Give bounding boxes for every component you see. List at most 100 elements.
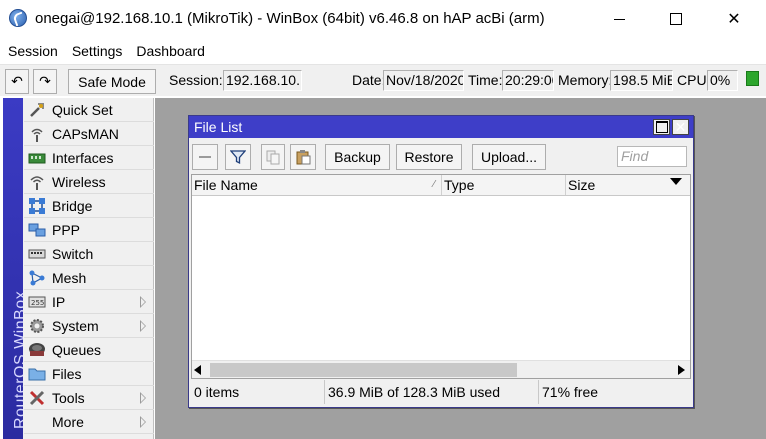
- sidebar-item-files[interactable]: Files: [24, 362, 154, 386]
- remove-button[interactable]: [192, 144, 218, 170]
- cpu-value: 0%: [707, 70, 738, 91]
- cpu-label: CPU:: [677, 72, 711, 88]
- ip-icon: 255: [27, 292, 47, 312]
- capsman-icon: [27, 124, 47, 144]
- sidebar-menu: Quick Set CAPsMAN Interfaces Wireless Br: [24, 98, 154, 434]
- session-value: 192.168.10.1: [223, 70, 302, 91]
- column-file-name[interactable]: File Name ⁄: [192, 175, 442, 195]
- safe-mode-button[interactable]: Safe Mode: [68, 69, 156, 94]
- undo-icon: ↶: [11, 73, 23, 89]
- session-label: Session:: [169, 72, 223, 88]
- scroll-right-arrow-icon[interactable]: [678, 365, 685, 375]
- sidebar-item-interfaces[interactable]: Interfaces: [24, 146, 154, 170]
- sidebar-item-label: Files: [52, 365, 82, 382]
- minimize-button[interactable]: [596, 0, 642, 38]
- sidebar-item-system[interactable]: System: [24, 314, 154, 338]
- sidebar-item-queues[interactable]: Queues: [24, 338, 154, 362]
- sidebar-item-label: System: [52, 317, 99, 334]
- sidebar-item-bridge[interactable]: Bridge: [24, 194, 154, 218]
- memory-label: Memory:: [558, 72, 613, 88]
- sidebar-item-label: Bridge: [52, 197, 93, 214]
- copy-button[interactable]: [261, 144, 285, 170]
- sidebar-item-label: More: [52, 413, 84, 430]
- submenu-arrow-icon: [140, 392, 146, 404]
- redo-icon: ↷: [39, 73, 51, 89]
- upload-button[interactable]: Upload...: [472, 144, 546, 170]
- sidebar-item-more[interactable]: More: [24, 410, 154, 434]
- brand-text: RouterOS WinBox: [12, 290, 23, 429]
- wireless-icon: [27, 172, 47, 192]
- filter-button[interactable]: [225, 144, 251, 170]
- interfaces-icon: [27, 148, 47, 168]
- undo-button[interactable]: ↶: [5, 69, 29, 94]
- sidebar-item-label: Interfaces: [52, 149, 114, 166]
- sidebar-item-ip[interactable]: 255 IP: [24, 290, 154, 314]
- time-label: Time:: [468, 72, 503, 88]
- paste-button[interactable]: [290, 144, 316, 170]
- filter-icon: [230, 150, 246, 165]
- find-input[interactable]: Find: [617, 146, 687, 167]
- status-item-count: 0 items: [191, 380, 325, 404]
- sidebar-item-label: Wireless: [52, 173, 106, 190]
- sort-indicator-icon: ⁄: [433, 179, 435, 190]
- sidebar-item-switch[interactable]: Switch: [24, 242, 154, 266]
- column-size[interactable]: Size: [566, 175, 668, 195]
- sidebar: RouterOS WinBox Quick Set CAPsMAN Interf…: [3, 98, 154, 439]
- scrollbar-thumb[interactable]: [210, 363, 517, 377]
- maximize-button[interactable]: [653, 0, 699, 38]
- file-list-title: File List: [194, 119, 243, 135]
- column-type[interactable]: Type: [442, 175, 566, 195]
- status-storage-free: 71% free: [542, 384, 599, 400]
- sidebar-item-mesh[interactable]: Mesh: [24, 266, 154, 290]
- date-label: Date:: [352, 72, 386, 88]
- sidebar-item-quick-set[interactable]: Quick Set: [24, 98, 154, 122]
- menu-session[interactable]: Session: [0, 38, 65, 64]
- ppp-icon: [27, 220, 47, 240]
- mesh-icon: [27, 268, 47, 288]
- memory-value: 198.5 MiB: [610, 70, 673, 91]
- svg-text:255: 255: [31, 299, 44, 307]
- bridge-icon: [27, 196, 47, 216]
- column-header-label: File Name: [194, 177, 258, 193]
- files-folder-icon: [27, 364, 47, 384]
- restore-button[interactable]: Restore: [396, 144, 462, 170]
- scroll-left-arrow-icon[interactable]: [194, 365, 201, 375]
- redo-button[interactable]: ↷: [33, 69, 57, 94]
- sidebar-item-label: Tools: [52, 389, 85, 406]
- sidebar-item-tools[interactable]: Tools: [24, 386, 154, 410]
- sidebar-item-label: CAPsMAN: [52, 125, 119, 142]
- horizontal-scrollbar[interactable]: [192, 360, 690, 378]
- time-value: 20:29:00: [502, 70, 554, 91]
- file-table: File Name ⁄ Type Size: [191, 174, 691, 379]
- submenu-arrow-icon: [140, 416, 146, 428]
- menu-bar: Session Settings Dashboard: [0, 38, 766, 64]
- switch-icon: [27, 244, 47, 264]
- menu-settings[interactable]: Settings: [65, 38, 130, 64]
- quick-set-icon: [27, 100, 47, 120]
- file-list-titlebar[interactable]: File List ✕: [189, 116, 693, 138]
- menu-dashboard[interactable]: Dashboard: [129, 38, 212, 64]
- close-button[interactable]: ✕: [711, 0, 757, 38]
- sidebar-item-wireless[interactable]: Wireless: [24, 170, 154, 194]
- window-title: onegai@192.168.10.1 (MikroTik) - WinBox …: [35, 10, 545, 27]
- copy-icon: [266, 150, 280, 165]
- column-menu-dropdown-icon[interactable]: [670, 178, 682, 185]
- window-titlebar: onegai@192.168.10.1 (MikroTik) - WinBox …: [0, 0, 766, 38]
- paste-icon: [296, 150, 311, 165]
- sidebar-item-ppp[interactable]: PPP: [24, 218, 154, 242]
- tools-icon: [27, 388, 47, 408]
- winbox-app-icon: [9, 9, 27, 27]
- file-list-close-button[interactable]: ✕: [672, 119, 689, 135]
- sidebar-item-capsman[interactable]: CAPsMAN: [24, 122, 154, 146]
- status-indicator-icon: [746, 71, 759, 86]
- sidebar-item-label: PPP: [52, 221, 81, 238]
- file-list-window: File List ✕ Backup Restore Upload... Fin…: [188, 115, 694, 408]
- sidebar-item-label: Queues: [52, 341, 102, 358]
- sidebar-item-label: Quick Set: [52, 101, 113, 118]
- file-list-maximize-button[interactable]: [653, 119, 670, 135]
- queues-icon: [27, 340, 47, 360]
- status-storage-used: 36.9 MiB of 128.3 MiB used: [325, 380, 539, 404]
- backup-button[interactable]: Backup: [325, 144, 390, 170]
- submenu-arrow-icon: [140, 296, 146, 308]
- more-spacer: [27, 412, 47, 432]
